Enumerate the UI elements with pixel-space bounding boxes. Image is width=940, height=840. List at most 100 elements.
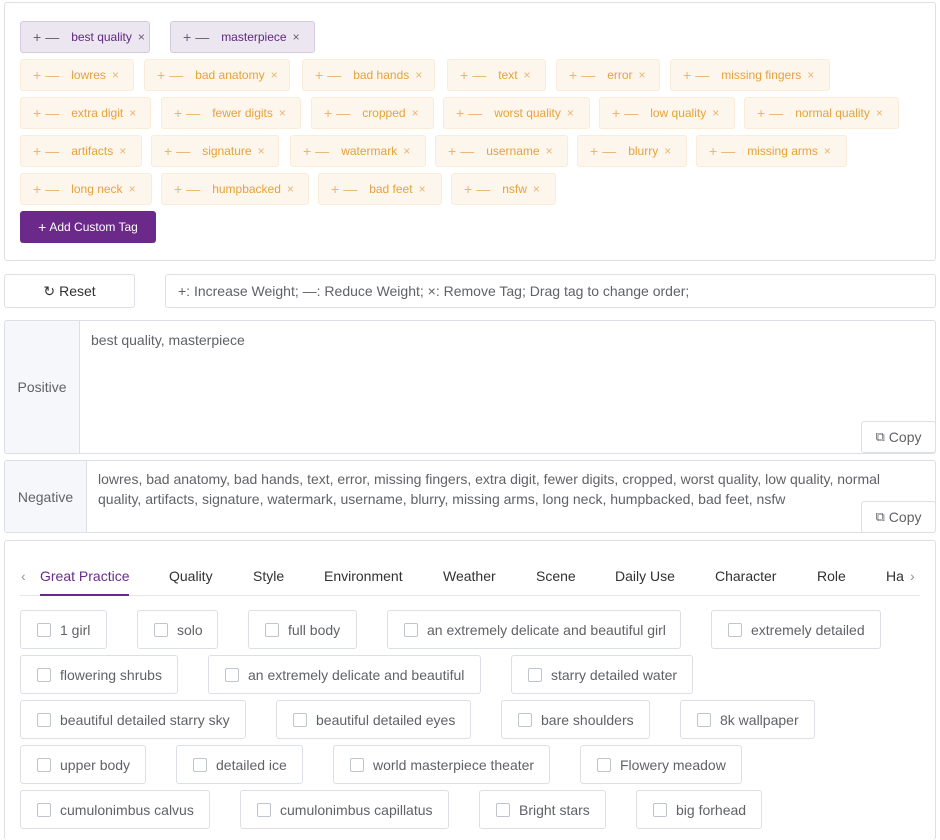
preset-checkbox[interactable]: Flowery meadow (580, 745, 742, 784)
tab-daily-use[interactable]: Daily Use (615, 568, 675, 584)
increase-weight-icon[interactable]: + (33, 181, 41, 197)
positive-tag[interactable]: + — best quality × (20, 21, 150, 53)
decrease-weight-icon[interactable]: — (624, 105, 638, 121)
increase-weight-icon[interactable]: + (183, 29, 191, 45)
decrease-weight-icon[interactable]: — (169, 67, 183, 83)
remove-tag-icon[interactable]: × (119, 144, 126, 158)
checkbox-icon[interactable] (225, 667, 239, 682)
preset-checkbox[interactable]: bare shoulders (501, 700, 650, 739)
tab-style[interactable]: Style (253, 568, 284, 584)
negative-tag[interactable]: + — low quality × (599, 97, 735, 129)
decrease-weight-icon[interactable]: — (327, 67, 341, 83)
decrease-weight-icon[interactable]: — (695, 67, 709, 83)
negative-tag[interactable]: + — worst quality × (443, 97, 590, 129)
negative-tag[interactable]: + — watermark × (290, 135, 426, 167)
negative-tag[interactable]: + — long neck × (20, 173, 152, 205)
preset-checkbox[interactable]: starry detailed water (511, 655, 693, 694)
remove-tag-icon[interactable]: × (287, 182, 294, 196)
remove-tag-icon[interactable]: × (712, 106, 719, 120)
increase-weight-icon[interactable]: + (33, 143, 41, 159)
preset-checkbox[interactable]: 8k wallpaper (680, 700, 815, 739)
preset-checkbox[interactable]: cumulonimbus capillatus (240, 790, 449, 829)
remove-tag-icon[interactable]: × (412, 106, 419, 120)
copy-positive-button[interactable]: ⧉ Copy (861, 421, 936, 453)
increase-weight-icon[interactable]: + (456, 105, 464, 121)
increase-weight-icon[interactable]: + (33, 67, 41, 83)
add-custom-tag-button[interactable]: + Add Custom Tag (20, 211, 156, 243)
reset-button[interactable]: ↻ Reset (4, 274, 135, 308)
negative-tag[interactable]: + — signature × (151, 135, 279, 167)
negative-tag[interactable]: + — nsfw × (451, 173, 556, 205)
tab-character[interactable]: Character (715, 568, 776, 584)
decrease-weight-icon[interactable]: — (45, 29, 59, 45)
preset-checkbox[interactable]: full body (248, 610, 357, 649)
negative-tag[interactable]: + — normal quality × (744, 97, 899, 129)
preset-checkbox[interactable]: 1 girl (20, 610, 107, 649)
increase-weight-icon[interactable]: + (33, 105, 41, 121)
preset-checkbox[interactable]: an extremely delicate and beautiful (208, 655, 481, 694)
preset-checkbox[interactable]: detailed ice (176, 745, 303, 784)
negative-tag[interactable]: + — blurry × (577, 135, 687, 167)
tab-role[interactable]: Role (817, 568, 846, 584)
checkbox-icon[interactable] (496, 802, 510, 817)
preset-checkbox[interactable]: Bright stars (479, 790, 606, 829)
checkbox-icon[interactable] (404, 622, 418, 637)
increase-weight-icon[interactable]: + (612, 105, 620, 121)
remove-tag-icon[interactable]: × (876, 106, 883, 120)
remove-tag-icon[interactable]: × (138, 30, 145, 44)
increase-weight-icon[interactable]: + (448, 143, 456, 159)
checkbox-icon[interactable] (193, 757, 207, 772)
tab-weather[interactable]: Weather (443, 568, 496, 584)
remove-tag-icon[interactable]: × (664, 144, 671, 158)
decrease-weight-icon[interactable]: — (195, 29, 209, 45)
checkbox-icon[interactable] (154, 622, 168, 637)
negative-tag[interactable]: + — humpbacked × (161, 173, 309, 205)
remove-tag-icon[interactable]: × (567, 106, 574, 120)
remove-tag-icon[interactable]: × (293, 30, 300, 44)
remove-tag-icon[interactable]: × (129, 182, 136, 196)
positive-prompt-text[interactable]: best quality, masterpiece (79, 321, 935, 453)
remove-tag-icon[interactable]: × (419, 182, 426, 196)
decrease-weight-icon[interactable]: — (336, 105, 350, 121)
decrease-weight-icon[interactable]: — (468, 105, 482, 121)
decrease-weight-icon[interactable]: — (602, 143, 616, 159)
remove-tag-icon[interactable]: × (271, 68, 278, 82)
tab-great-practice[interactable]: Great Practice (40, 568, 129, 584)
decrease-weight-icon[interactable]: — (769, 105, 783, 121)
remove-tag-icon[interactable]: × (639, 68, 646, 82)
negative-tag[interactable]: + — missing fingers × (670, 59, 830, 91)
remove-tag-icon[interactable]: × (279, 106, 286, 120)
decrease-weight-icon[interactable]: — (460, 143, 474, 159)
checkbox-icon[interactable] (265, 622, 279, 637)
increase-weight-icon[interactable]: + (174, 105, 182, 121)
chevron-right-icon[interactable]: › (910, 568, 915, 584)
remove-tag-icon[interactable]: × (129, 106, 136, 120)
checkbox-icon[interactable] (37, 802, 51, 817)
increase-weight-icon[interactable]: + (174, 181, 182, 197)
checkbox-icon[interactable] (528, 667, 542, 682)
checkbox-icon[interactable] (728, 622, 742, 637)
increase-weight-icon[interactable]: + (303, 143, 311, 159)
increase-weight-icon[interactable]: + (683, 67, 691, 83)
negative-tag[interactable]: + — bad hands × (302, 59, 435, 91)
increase-weight-icon[interactable]: + (157, 67, 165, 83)
tab-quality[interactable]: Quality (169, 568, 213, 584)
negative-tag[interactable]: + — text × (447, 59, 546, 91)
decrease-weight-icon[interactable]: — (472, 67, 486, 83)
checkbox-icon[interactable] (597, 757, 611, 772)
increase-weight-icon[interactable]: + (331, 181, 339, 197)
checkbox-icon[interactable] (293, 712, 307, 727)
decrease-weight-icon[interactable]: — (45, 105, 59, 121)
remove-tag-icon[interactable]: × (546, 144, 553, 158)
increase-weight-icon[interactable]: + (757, 105, 765, 121)
checkbox-icon[interactable] (37, 667, 51, 682)
preset-checkbox[interactable]: flowering shrubs (20, 655, 178, 694)
remove-tag-icon[interactable]: × (415, 68, 422, 82)
preset-checkbox[interactable]: upper body (20, 745, 146, 784)
preset-checkbox[interactable]: cumulonimbus calvus (20, 790, 210, 829)
decrease-weight-icon[interactable]: — (45, 181, 59, 197)
increase-weight-icon[interactable]: + (590, 143, 598, 159)
negative-prompt-text[interactable]: lowres, bad anatomy, bad hands, text, er… (86, 461, 935, 532)
negative-tag[interactable]: + — fewer digits × (161, 97, 301, 129)
checkbox-icon[interactable] (257, 802, 271, 817)
